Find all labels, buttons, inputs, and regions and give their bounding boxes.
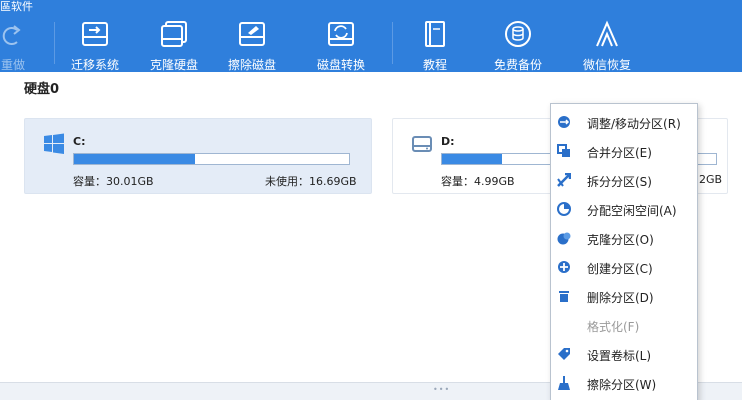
- menu-item-label: 擦除分区(W): [587, 378, 657, 392]
- convert-disk-label: 磁盘转换: [316, 58, 365, 72]
- migrate-os-label: 迁移系统: [70, 58, 119, 72]
- split-partition-icon: [557, 173, 571, 187]
- menu-item-split[interactable]: 拆分分区(S): [551, 165, 697, 194]
- allocate-space-icon: [557, 202, 571, 216]
- menu-item-set-label[interactable]: 设置卷标(L): [551, 339, 697, 368]
- convert-disk-icon: [328, 22, 354, 46]
- toolbar-separator: [54, 22, 55, 64]
- clone-disk-icon: [161, 21, 187, 47]
- partition-usage-fill: [74, 154, 195, 164]
- main-toolbar: 區软件 重做 迁移系统 克隆硬盘 擦除磁盘 磁盘转换 教程 免费备份 微信恢复: [0, 0, 742, 72]
- broom-icon: [558, 376, 570, 390]
- tag-icon: [558, 348, 570, 360]
- recovery-icon: [596, 20, 618, 47]
- disk-label: 硬盘0: [24, 82, 60, 97]
- windows-logo-icon: [44, 133, 64, 154]
- partition-unused: 2GB: [699, 173, 723, 186]
- partition-name: C:: [73, 135, 86, 148]
- partition-name: D:: [441, 135, 455, 148]
- menu-item-label: 分配空闲空间(A): [587, 204, 677, 218]
- partition-usage-bar: [73, 153, 350, 165]
- wechat-recovery-button[interactable]: 微信恢复: [568, 20, 646, 72]
- partition-capacity: 容量：4.99GB: [441, 175, 515, 188]
- migrate-disk-icon: [82, 22, 108, 46]
- backup-database-icon: [505, 21, 531, 47]
- redo-button[interactable]: 重做: [0, 20, 52, 72]
- menu-item-delete[interactable]: 删除分区(D): [551, 281, 697, 310]
- partition-context-menu: 调整/移动分区(R) 合并分区(E) 拆分分区(S) 分配空闲空间(A) 克隆分…: [550, 103, 698, 400]
- convert-disk-button[interactable]: 磁盘转换: [302, 20, 380, 72]
- tutorial-label: 教程: [422, 58, 447, 72]
- wipe-disk-button[interactable]: 擦除磁盘: [213, 20, 291, 72]
- trash-icon: [559, 291, 569, 302]
- menu-item-label: 合并分区(E): [587, 146, 652, 160]
- merge-partition-icon: [557, 144, 570, 157]
- wechat-recovery-label: 微信恢复: [582, 58, 631, 72]
- clone-disk-button[interactable]: 克隆硬盘: [135, 20, 213, 72]
- partition-capacity: 容量：30.01GB: [73, 175, 154, 188]
- free-backup-label: 免费备份: [493, 58, 542, 72]
- clone-disk-label: 克隆硬盘: [149, 58, 198, 72]
- redo-label: 重做: [0, 58, 25, 72]
- menu-item-label: 删除分区(D): [587, 291, 654, 305]
- resize-partition-icon: [558, 116, 570, 128]
- menu-item-merge[interactable]: 合并分区(E): [551, 136, 697, 165]
- clone-partition-icon: [557, 232, 571, 245]
- menu-item-clone[interactable]: 克隆分区(O): [551, 223, 697, 252]
- toolbar-separator: [392, 22, 393, 64]
- menu-item-label: 克隆分区(O): [587, 233, 654, 247]
- partition-usage-fill: [442, 154, 503, 164]
- menu-item-label: 格式化(F): [587, 320, 640, 334]
- menu-item-format: 格式化(F): [551, 310, 697, 339]
- window-title: 區软件: [0, 0, 33, 13]
- drive-icon: [412, 136, 432, 152]
- tutorial-button[interactable]: 教程: [396, 20, 474, 72]
- splitter-handle-icon: •••: [433, 385, 451, 394]
- book-icon: [425, 21, 445, 47]
- menu-item-label: 创建分区(C): [587, 262, 653, 276]
- create-partition-icon: [558, 261, 570, 273]
- wipe-disk-icon: [239, 22, 265, 46]
- migrate-os-button[interactable]: 迁移系统: [56, 20, 134, 72]
- menu-item-label: 拆分分区(S): [587, 175, 652, 189]
- redo-icon: [2, 25, 21, 45]
- menu-item-allocate[interactable]: 分配空闲空间(A): [551, 194, 697, 223]
- partition-unused: 未使用：16.69GB: [265, 175, 357, 188]
- wipe-disk-label: 擦除磁盘: [227, 58, 276, 72]
- free-backup-button[interactable]: 免费备份: [479, 20, 557, 72]
- menu-item-wipe[interactable]: 擦除分区(W): [551, 368, 697, 397]
- menu-item-label: 调整/移动分区(R): [587, 117, 681, 131]
- partition-card-c[interactable]: C: 容量：30.01GB 未使用：16.69GB: [24, 118, 372, 194]
- menu-item-resize-move[interactable]: 调整/移动分区(R): [551, 107, 697, 136]
- menu-item-label: 设置卷标(L): [587, 349, 652, 363]
- menu-item-create[interactable]: 创建分区(C): [551, 252, 697, 281]
